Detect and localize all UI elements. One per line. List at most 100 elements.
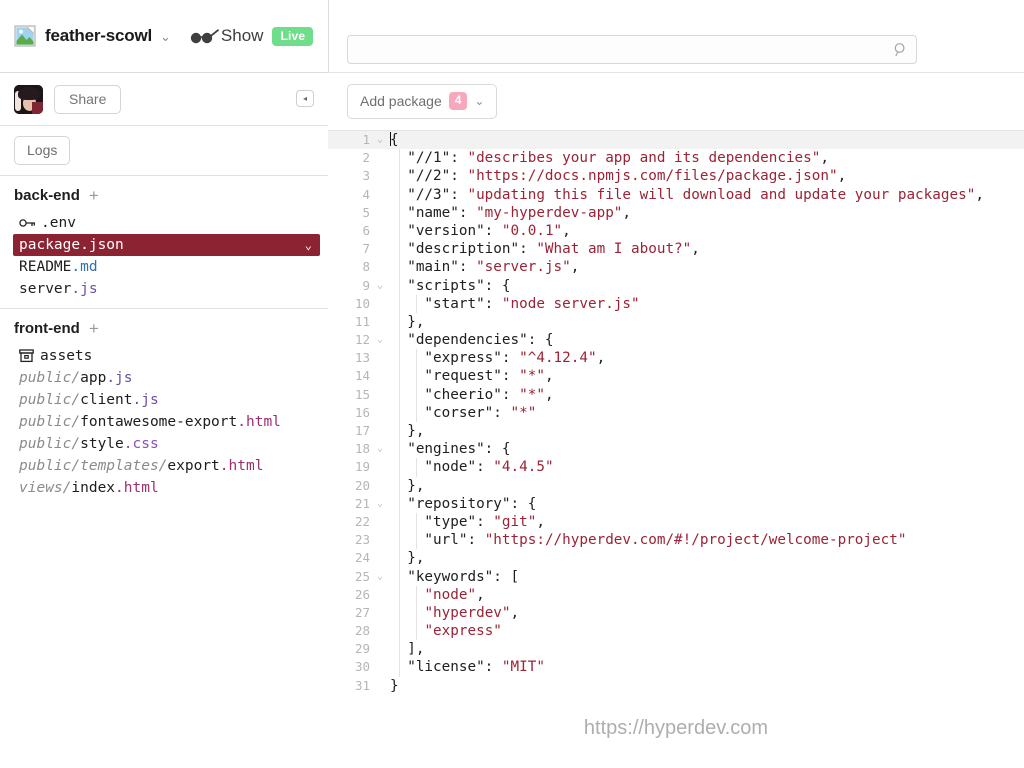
fold-chevron-icon[interactable]: ⌄: [374, 568, 386, 586]
code-token: "//1":: [390, 150, 468, 167]
file-extension: .js: [71, 281, 98, 297]
code-line[interactable]: 22 "type": "git",: [328, 512, 1024, 532]
code-text: "node",: [386, 585, 485, 604]
code-line[interactable]: 20 },: [328, 476, 1024, 495]
indent-guide: [415, 403, 417, 422]
file-item[interactable]: README .md: [0, 256, 328, 278]
code-token: ,: [837, 168, 847, 185]
code-line[interactable]: 31}: [328, 677, 1024, 695]
code-line[interactable]: 28 "express": [328, 622, 1024, 641]
code-line[interactable]: 18 ⌄ "engines": {: [328, 440, 1024, 459]
file-item[interactable]: assets: [0, 345, 328, 367]
code-text: "start": "node server.js": [386, 294, 640, 313]
fold-chevron-icon[interactable]: ⌄: [374, 131, 386, 149]
code-line[interactable]: 12 ⌄ "dependencies": {: [328, 331, 1024, 350]
code-string: "server.js": [476, 259, 571, 276]
fold-chevron-icon[interactable]: ⌄: [374, 440, 386, 458]
file-item[interactable]: public/templates/export .html: [0, 455, 328, 477]
code-string: "*": [519, 368, 545, 385]
code-line[interactable]: 21 ⌄ "repository": {: [328, 494, 1024, 513]
show-label[interactable]: Show: [221, 26, 264, 46]
code-line[interactable]: 3 "//2": "https://docs.npmjs.com/files/p…: [328, 167, 1024, 186]
code-string: "MIT": [501, 659, 545, 676]
code-line[interactable]: 27 "hyperdev",: [328, 603, 1024, 623]
code-line[interactable]: 16 "corser": "*": [328, 403, 1024, 422]
code-line[interactable]: 13 "express": "^4.12.4",: [328, 349, 1024, 368]
code-line[interactable]: 2 "//1": "describes your app and its dep…: [328, 149, 1024, 168]
code-text: "main": "server.js",: [386, 258, 579, 277]
code-line[interactable]: 6 "version": "0.0.1",: [328, 221, 1024, 241]
file-item[interactable]: server .js: [0, 278, 328, 300]
project-name[interactable]: feather-scowl: [45, 26, 152, 46]
code-string: "*": [510, 404, 537, 421]
file-item[interactable]: public/style .css: [0, 433, 328, 455]
code-line[interactable]: 1 ⌄{: [328, 131, 1024, 150]
file-extension: .md: [71, 259, 98, 275]
search-input[interactable]: [347, 35, 917, 64]
file-directory: views/: [19, 480, 72, 496]
code-line[interactable]: 29 ],: [328, 640, 1024, 659]
code-line[interactable]: 4 "//3": "updating this file will downlo…: [328, 185, 1024, 204]
code-line[interactable]: 23 "url": "https://hyperdev.com/#!/proje…: [328, 531, 1024, 550]
file-item[interactable]: views/index .html: [0, 477, 328, 499]
code-line[interactable]: 14 "request": "*",: [328, 367, 1024, 386]
code-line[interactable]: 7 "description": "What am I about?",: [328, 240, 1024, 259]
code-token: "keywords": [: [390, 568, 520, 585]
indent-guide: [398, 585, 400, 604]
code-line[interactable]: 8 "main": "server.js",: [328, 258, 1024, 277]
indent-guide: [398, 367, 400, 386]
indent-guide: [398, 349, 400, 368]
search-icon[interactable]: [893, 42, 908, 57]
code-line[interactable]: 9 ⌄ "scripts": {: [328, 276, 1024, 295]
indent-guide: [398, 658, 400, 677]
share-button[interactable]: Share: [54, 84, 122, 114]
fold-chevron-icon[interactable]: ⌄: [374, 331, 386, 349]
file-item[interactable]: .env: [0, 212, 328, 234]
add-package-button[interactable]: Add package 4 ⌄: [347, 84, 498, 119]
show-live-group[interactable]: Show Live: [189, 26, 314, 46]
code-token: "corser":: [390, 404, 511, 421]
code-line[interactable]: 15 "cheerio": "*",: [328, 385, 1024, 404]
chevron-down-icon[interactable]: ⌄: [160, 30, 171, 43]
avatar[interactable]: [14, 84, 43, 114]
file-basename: app: [80, 370, 107, 386]
code-line[interactable]: 17 },: [328, 422, 1024, 441]
file-item[interactable]: public/client .js: [0, 389, 328, 411]
collapse-sidebar-icon[interactable]: ◂: [296, 90, 314, 107]
fold-chevron-icon[interactable]: ⌄: [374, 277, 386, 295]
code-line[interactable]: 11 },: [328, 312, 1024, 332]
code-token: ,: [536, 513, 545, 530]
code-token: "cheerio":: [390, 386, 520, 403]
indent-guide: [415, 349, 417, 368]
line-number: 28: [354, 623, 370, 639]
code-line[interactable]: 26 "node",: [328, 585, 1024, 604]
add-file-icon[interactable]: +: [89, 187, 99, 204]
code-text: "//1": "describes your app and its depen…: [386, 149, 829, 168]
code-string: "^4.12.4": [519, 350, 597, 367]
code-line[interactable]: 5 "name": "my-hyperdev-app",: [328, 203, 1024, 222]
code-editor[interactable]: 1 ⌄{2 "//1": "describes your app and its …: [328, 131, 1024, 707]
file-item[interactable]: public/app .js: [0, 367, 328, 389]
add-file-icon[interactable]: +: [89, 320, 99, 337]
code-line[interactable]: 24 },: [328, 549, 1024, 568]
code-line[interactable]: 25 ⌄ "keywords": [: [328, 567, 1024, 586]
code-token: "repository": {: [390, 495, 537, 512]
file-item[interactable]: public/fontawesome-export .html: [0, 411, 328, 433]
code-line[interactable]: 30 "license": "MIT": [328, 658, 1024, 677]
file-basename: .env: [41, 215, 76, 231]
indent-guide: [398, 385, 400, 404]
code-line[interactable]: 19 "node": "4.4.5": [328, 458, 1024, 477]
fold-chevron-icon[interactable]: ⌄: [374, 495, 386, 513]
file-item[interactable]: package .json ⌄: [13, 234, 320, 256]
logs-button[interactable]: Logs: [14, 136, 71, 165]
code-line[interactable]: 10 "start": "node server.js": [328, 294, 1024, 313]
code-token: "name":: [390, 204, 477, 221]
file-menu-chevron-icon[interactable]: ⌄: [305, 238, 312, 252]
code-text: "corser": "*": [386, 403, 537, 422]
code-token: },: [390, 313, 425, 330]
code-token: "main":: [390, 259, 477, 276]
